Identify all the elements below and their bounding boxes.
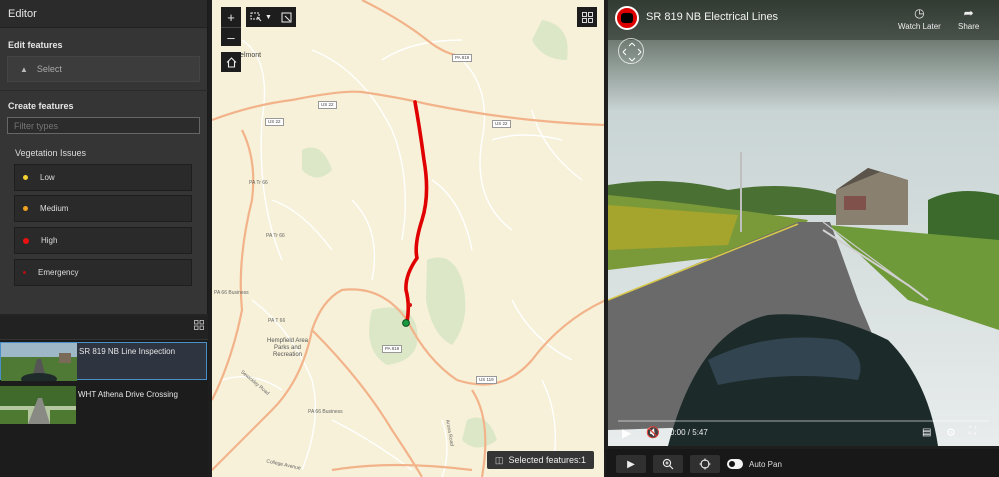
road-shield: PA 819 [452, 54, 473, 62]
low-symbol-icon [23, 175, 28, 180]
type-label: High [41, 236, 58, 245]
auto-pan-toggle[interactable] [727, 459, 743, 469]
play-icon[interactable]: ▶ [622, 426, 631, 440]
selection-tool-button[interactable]: ▼ [246, 7, 276, 27]
select-button[interactable]: ▲ Select [7, 56, 200, 82]
locate-button[interactable] [690, 455, 720, 473]
edit-features-heading: Edit features [8, 40, 63, 50]
selected-power-line [404, 100, 429, 324]
select-label: Select [36, 64, 62, 74]
type-item-medium[interactable]: Medium [14, 195, 192, 222]
video-title[interactable]: SR 819 NB Electrical Lines [646, 11, 778, 23]
type-item-high[interactable]: High [14, 227, 192, 254]
auto-pan-label: Auto Pan [749, 460, 782, 469]
road-label: PA Tr 66 [266, 233, 285, 239]
chevron-down-icon: ▼ [265, 13, 272, 21]
clear-selection-icon [281, 12, 291, 22]
grid-view-icon[interactable] [194, 320, 204, 330]
road-label: PA Tr 66 [249, 180, 268, 186]
filter-types-input[interactable] [7, 117, 200, 134]
play-icon: ▶ [627, 458, 635, 470]
share-icon: ➦ [963, 6, 974, 20]
video-progress-bar[interactable] [618, 420, 989, 422]
road-label: PA T 66 [268, 318, 286, 324]
emergency-symbol-icon [23, 271, 26, 274]
watch-later-button[interactable]: ◷ Watch Later [898, 6, 941, 31]
video-thumbnail [1, 343, 77, 381]
settings-icon[interactable]: ⚙ [946, 426, 956, 439]
type-label: Emergency [38, 268, 79, 277]
map-view[interactable]: Delmont PA 819 US 22 US 22 US 22 PA Tr 6… [210, 0, 604, 477]
video-list: SR 819 NB Line Inspection WHT Athena Dri… [0, 316, 208, 477]
play-button[interactable]: ▶ [616, 455, 646, 473]
create-features-heading: Create features [8, 101, 74, 111]
vegetation-point-icon [408, 303, 412, 307]
road-shield: US 119 [476, 376, 497, 384]
road-label: PA 66 Business [308, 409, 343, 415]
player-controls: ▶ 🔇 0:00 / 5:47 ▤ ⚙ ⛶ [608, 424, 999, 444]
video-player[interactable]: SR 819 NB Electrical Lines ◷ Watch Later… [608, 0, 999, 446]
road-shield: US 22 [492, 120, 511, 128]
video-title: WHT Athena Drive Crossing [78, 390, 178, 399]
zoom-to-button[interactable] [653, 455, 683, 473]
selected-features-text: Selected features:1 [508, 455, 586, 465]
video-toolbar: ▶ Auto Pan [606, 449, 999, 477]
type-item-emergency[interactable]: Emergency [14, 259, 192, 286]
crosshair-icon [699, 458, 711, 470]
home-button[interactable] [221, 52, 241, 72]
selected-features-badge[interactable]: ◫ Selected features:1 [486, 451, 594, 469]
divider [0, 90, 208, 91]
video-frame [608, 0, 999, 446]
fullscreen-icon[interactable]: ⛶ [969, 426, 976, 437]
editor-widget: Editor Edit features ▲ Select Create fea… [0, 0, 208, 314]
type-item-low[interactable]: Low [14, 164, 192, 191]
camera-location-icon [402, 319, 410, 327]
road-label: PA 66 Business [214, 290, 249, 296]
grid-icon [581, 11, 593, 23]
road-shield: PA 819 [382, 345, 403, 353]
share-button[interactable]: ➦ Share [958, 6, 979, 31]
home-icon [226, 56, 236, 68]
zoom-in-icon [662, 458, 674, 470]
editor-title: Editor [0, 0, 207, 28]
watch-later-label: Watch Later [898, 22, 941, 31]
subtitles-icon[interactable]: ▤ [922, 427, 931, 438]
video-time: 0:00 / 5:47 [670, 428, 708, 437]
video-list-item[interactable]: WHT Athena Drive Crossing [0, 386, 207, 424]
mute-icon[interactable]: 🔇 [646, 426, 660, 439]
video-list-toolbar [0, 316, 208, 340]
video-title: SR 819 NB Line Inspection [79, 347, 176, 356]
lasso-select-icon [250, 12, 262, 22]
zoom-out-button[interactable]: – [221, 27, 241, 46]
high-symbol-icon [23, 237, 29, 244]
channel-logo-icon[interactable] [615, 6, 639, 30]
video-list-item[interactable]: SR 819 NB Line Inspection [0, 342, 207, 381]
video-thumbnail [0, 386, 76, 424]
clock-icon: ◷ [914, 6, 925, 20]
cursor-icon: ▲ [20, 64, 28, 74]
left-panel: Editor Edit features ▲ Select Create fea… [0, 0, 208, 477]
clear-selection-button[interactable] [276, 7, 296, 27]
selection-icon: ◫ [494, 454, 504, 465]
pan-control[interactable] [618, 38, 644, 64]
share-label: Share [958, 22, 980, 31]
road-shield: US 22 [265, 118, 284, 126]
pan-arrows-icon [622, 42, 642, 62]
type-label: Low [40, 173, 55, 182]
video-panel: SR 819 NB Electrical Lines ◷ Watch Later… [606, 0, 999, 477]
zoom-in-button[interactable]: + [221, 7, 241, 27]
park-label: Hempfield Area Parks and Recreation [267, 338, 309, 358]
vegetation-issues-heading: Vegetation Issues [15, 148, 87, 158]
type-label: Medium [40, 204, 69, 213]
road-shield: US 22 [318, 101, 337, 109]
expand-button[interactable] [577, 7, 597, 27]
medium-symbol-icon [23, 206, 28, 211]
